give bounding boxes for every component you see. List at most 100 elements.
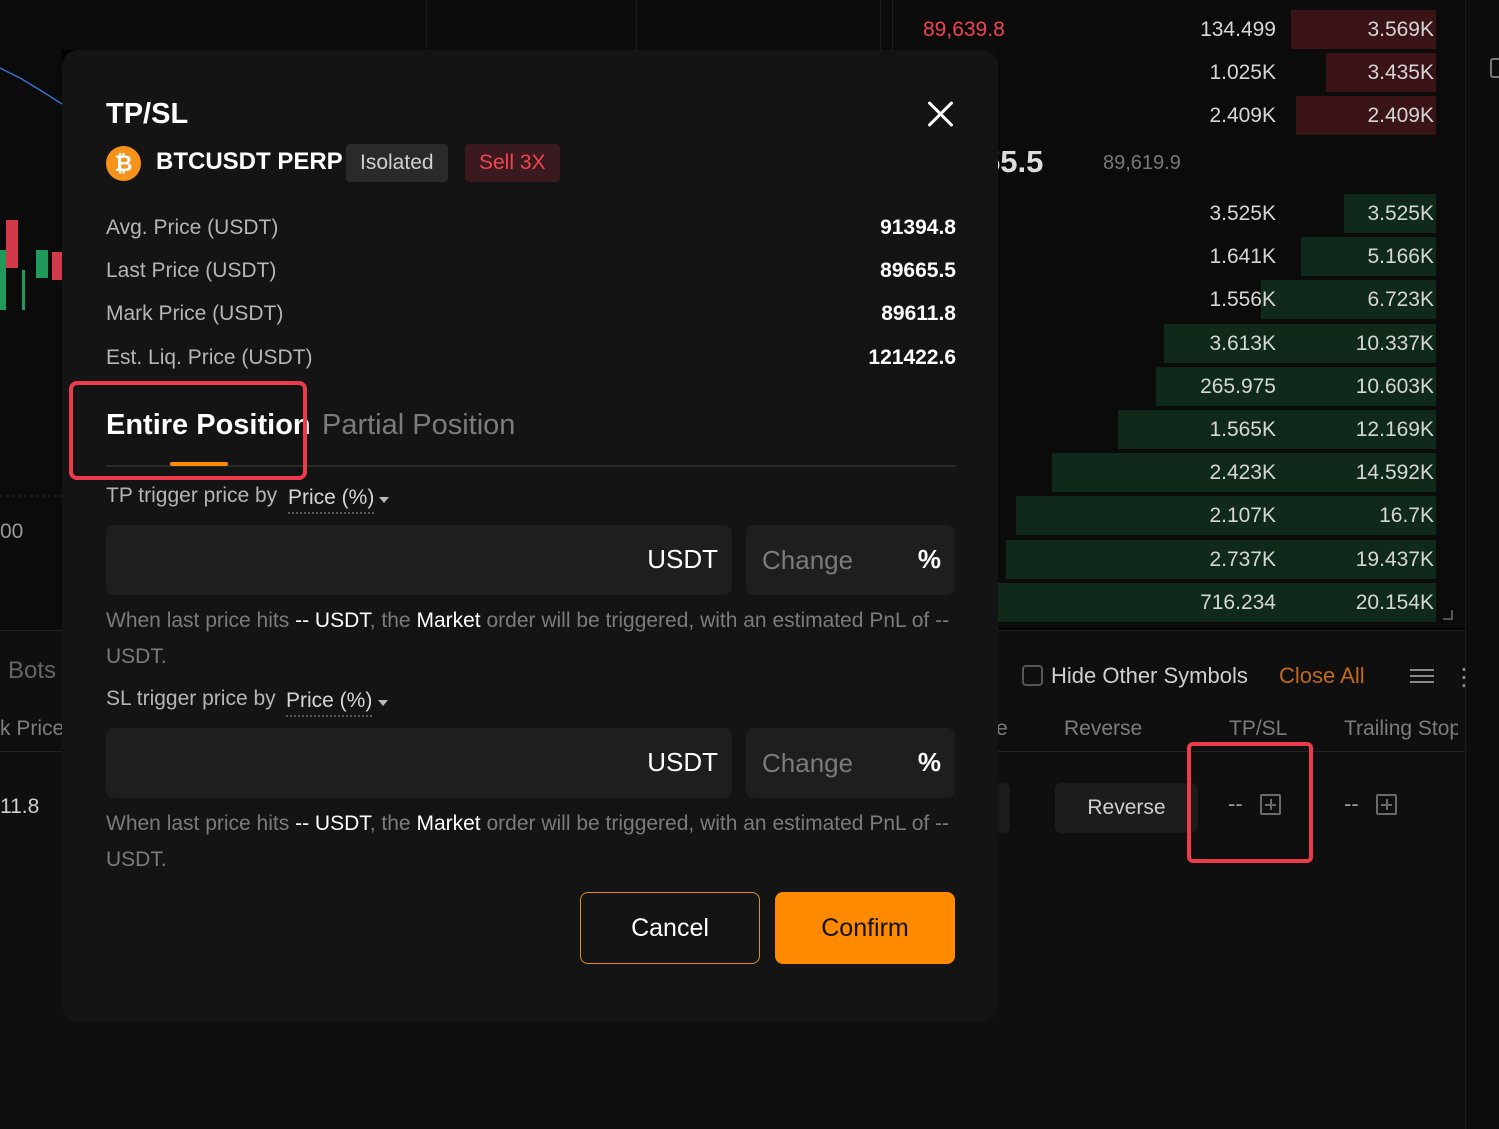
info-mark-price: Mark Price (USDT) 89611.8 (106, 302, 956, 332)
column-tpsl: TP/SL (1229, 717, 1288, 740)
info-liq-price: Est. Liq. Price (USDT) 121422.6 (106, 346, 956, 376)
bid-total: 5.166K (1367, 245, 1434, 268)
ask-size: 2.409K (1209, 104, 1276, 127)
sl-price-field[interactable]: USDT (106, 728, 732, 798)
bid-size: 3.525K (1209, 202, 1276, 225)
bid-size: 2.737K (1209, 548, 1276, 571)
bid-size: 1.641K (1209, 245, 1276, 268)
candle (0, 250, 6, 310)
sl-price-input[interactable] (106, 728, 626, 798)
tp-unit: USDT (647, 544, 718, 574)
side-leverage-badge: Sell 3X (465, 144, 560, 182)
trailing-stop-value: -- (1344, 791, 1359, 816)
chevron-down-icon[interactable] (379, 497, 389, 503)
confirm-button[interactable]: Confirm (775, 892, 955, 964)
margin-mode-badge: Isolated (346, 144, 448, 182)
info-label: Avg. Price (USDT) (106, 216, 279, 239)
bid-size: 265.975 (1200, 375, 1276, 398)
more-icon[interactable]: ⋮ (1452, 663, 1476, 692)
row-mark-price: 11.8 (0, 795, 40, 818)
tp-percent-sign: % (917, 544, 941, 574)
tab-bots[interactable]: Bots (8, 657, 56, 685)
bid-total: 16.7K (1379, 504, 1434, 527)
candle (6, 220, 18, 268)
bid-total: 20.154K (1355, 591, 1434, 614)
ask-price: 89,639.8 (923, 18, 1005, 41)
bid-size: 1.565K (1209, 418, 1276, 441)
ask-size: 1.025K (1209, 61, 1276, 84)
bid-total: 10.603K (1355, 375, 1434, 398)
close-icon[interactable] (926, 99, 956, 129)
sl-hint-price: -- USDT (295, 812, 370, 835)
hide-other-symbols-checkbox[interactable] (1022, 665, 1043, 686)
bid-total: 10.337K (1355, 332, 1434, 355)
sl-percent-sign: % (917, 747, 941, 777)
sl-unit: USDT (647, 747, 718, 777)
tpsl-cell-highlight (1187, 742, 1313, 863)
cancel-button[interactable]: Cancel (580, 892, 760, 964)
tp-change-input[interactable] (746, 525, 906, 595)
sl-hint-order-type: Market (416, 812, 481, 835)
tp-price-input[interactable] (106, 525, 626, 595)
bid-total: 19.437K (1355, 548, 1434, 571)
right-toolbar (1465, 0, 1499, 1129)
reverse-button[interactable]: Reverse (1055, 783, 1198, 833)
ask-row[interactable]: 89,639.8 134.499 3.569K (893, 8, 1466, 51)
close-all-button[interactable]: Close All (1279, 663, 1365, 689)
tp-price-field[interactable]: USDT (106, 525, 732, 595)
tp-hint-price: -- USDT (295, 609, 370, 632)
bid-size: 716.234 (1200, 591, 1276, 614)
panel-icon[interactable] (1490, 58, 1499, 78)
column-trailing-stop: Trailing Stop (1344, 717, 1458, 740)
bid-size: 2.423K (1209, 461, 1276, 484)
tp-hint-order-type: Market (416, 609, 481, 632)
chart-top-area (62, 0, 892, 50)
info-last-price: Last Price (USDT) 89665.5 (106, 259, 956, 289)
bitcoin-icon: ₿ (106, 146, 141, 181)
modal-title: TP/SL (106, 98, 189, 130)
sl-trigger-type-select[interactable]: Price (%) (286, 689, 373, 717)
ask-size: 134.499 (1200, 18, 1276, 41)
sl-change-input[interactable] (746, 728, 906, 798)
add-trailing-stop-icon[interactable] (1376, 794, 1397, 815)
candle (36, 250, 48, 278)
bid-size: 1.556K (1209, 288, 1276, 311)
info-avg-price: Avg. Price (USDT) 91394.8 (106, 216, 956, 246)
candle (22, 270, 25, 310)
mark-price: 89,619.9 (1103, 152, 1181, 174)
entire-position-tab-highlight (69, 381, 307, 480)
bid-total: 14.592K (1355, 461, 1434, 484)
tp-hint: When last price hits -- USDT, the Market… (106, 609, 950, 668)
tpsl-modal: TP/SL ₿ BTCUSDT PERP Isolated Sell 3X Av… (62, 50, 998, 1022)
bid-total: 6.723K (1367, 288, 1434, 311)
info-label: Est. Liq. Price (USDT) (106, 346, 313, 369)
column-reverse: Reverse (1064, 717, 1143, 740)
bid-size: 2.107K (1209, 504, 1276, 527)
tp-change-field[interactable]: % (746, 525, 955, 595)
symbol-name: BTCUSDT PERP (156, 148, 343, 175)
ask-total: 2.409K (1367, 104, 1434, 127)
info-value: 91394.8 (880, 216, 956, 239)
ask-total: 3.569K (1367, 18, 1434, 41)
tp-trigger-type-select[interactable]: Price (%) (288, 486, 375, 514)
sl-change-field[interactable]: % (746, 728, 955, 798)
info-label: Mark Price (USDT) (106, 302, 284, 325)
bid-total: 3.525K (1367, 202, 1434, 225)
bid-size: 3.613K (1209, 332, 1276, 355)
info-value: 89665.5 (880, 259, 956, 282)
tab-partial-position[interactable]: Partial Position (322, 409, 515, 442)
ask-total: 3.435K (1367, 61, 1434, 84)
tp-trigger-label: TP trigger price by (106, 484, 278, 507)
settings-sliders-icon[interactable] (1410, 665, 1434, 689)
chart-axis-label: 00 (0, 520, 24, 543)
sl-hint: When last price hits -- USDT, the Market… (106, 812, 950, 871)
info-label: Last Price (USDT) (106, 259, 277, 282)
chevron-down-icon[interactable] (378, 700, 388, 706)
info-value: 89611.8 (881, 302, 956, 325)
hide-other-symbols-label[interactable]: Hide Other Symbols (1051, 663, 1248, 689)
sl-trigger-label: SL trigger price by (106, 687, 276, 710)
bid-total: 12.169K (1355, 418, 1434, 441)
info-value: 121422.6 (868, 346, 956, 369)
column-mark-price: k Price (0, 717, 65, 740)
candle (52, 252, 62, 280)
